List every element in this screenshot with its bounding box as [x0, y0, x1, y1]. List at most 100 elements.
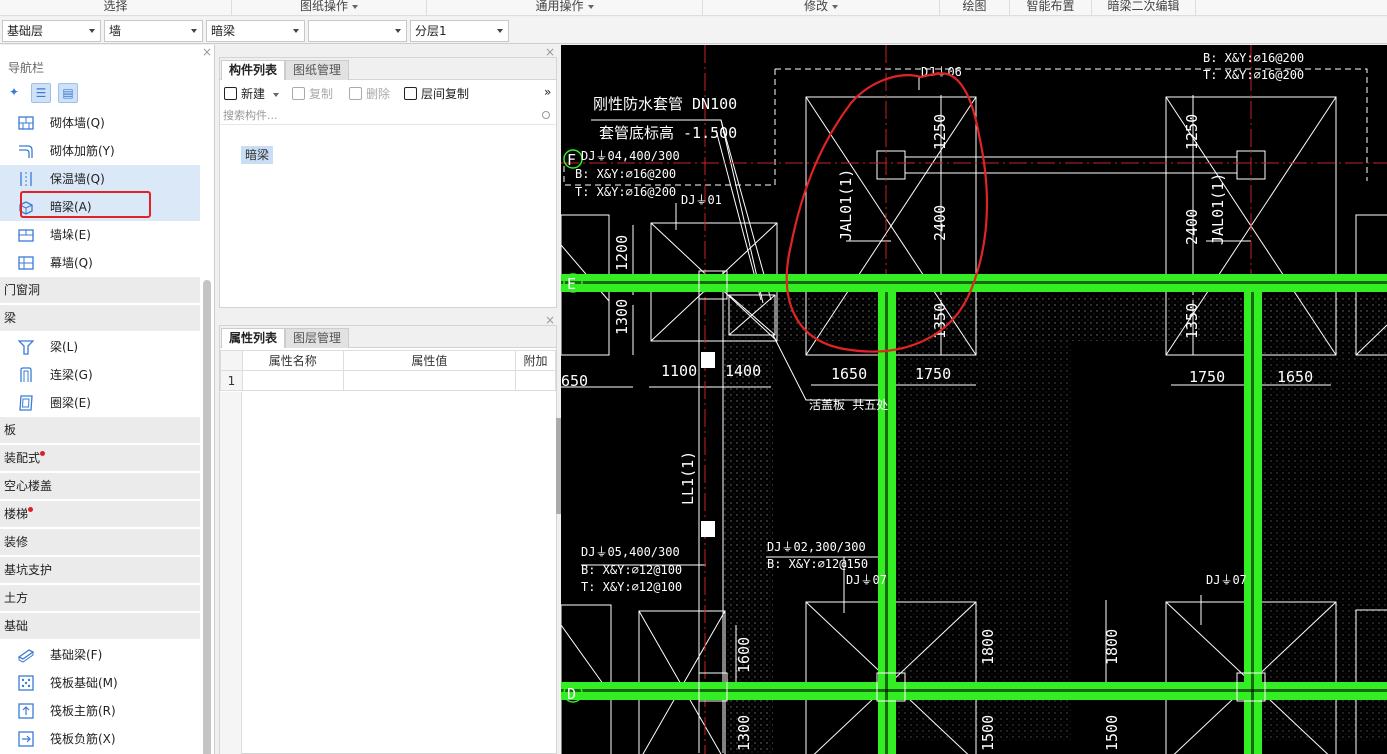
nav-item-wall-pier[interactable]: 墙垛(E)	[0, 221, 200, 249]
nav-category-hollow-floor[interactable]: 空心楼盖	[0, 473, 200, 501]
nav-item-foundation-beam[interactable]: 基础梁(F)	[0, 641, 200, 669]
component-search-input[interactable]: 搜索构件...	[220, 107, 556, 125]
nav-item-ring-beam[interactable]: 圈梁(E)	[0, 389, 200, 417]
ribbon-group-common-ops[interactable]: 通用操作	[427, 0, 703, 16]
curtain-wall-icon	[18, 256, 34, 270]
close-icon[interactable]: ×	[545, 45, 555, 59]
masonry-wall-icon	[18, 116, 34, 130]
nav-item-masonry-rebar[interactable]: 砌体加筋(Y)	[0, 137, 200, 165]
ring-beam-icon	[19, 395, 33, 411]
dim-2400-left: 2400	[931, 205, 949, 241]
table-row[interactable]: 1	[220, 370, 556, 391]
cad-canvas[interactable]: F E D 刚性防水套管 DN100 套管底标高 -1.500 活盖板 共五处 …	[561, 45, 1387, 754]
dj04-label: DJ⏚04,400/300	[581, 149, 680, 163]
dim-1500-left: 1500	[979, 715, 997, 751]
axis-label-d: D	[567, 685, 576, 703]
floor-copy-button[interactable]: 层间复制	[404, 85, 469, 102]
property-value-cell[interactable]	[342, 370, 517, 391]
nav-category-earthwork[interactable]: 土方	[0, 585, 200, 613]
category-select[interactable]: 墙	[104, 20, 203, 42]
ribbon-group-drawing-ops[interactable]: 图纸操作	[232, 0, 427, 16]
dj06-label: DJ⏚06	[921, 65, 962, 79]
axis-bubbles	[563, 149, 583, 703]
chevron-down-icon	[587, 4, 594, 9]
tab-drawing-management[interactable]: 图纸管理	[285, 60, 350, 80]
detail-view-icon[interactable]: ▤	[58, 83, 78, 103]
property-table: 属性名称 属性值 附加 1	[220, 350, 556, 391]
column-header: 属性值	[342, 350, 517, 371]
tab-component-list[interactable]: 构件列表	[221, 60, 286, 80]
dim-1500-right: 1500	[1103, 715, 1121, 751]
nav-category-door-window[interactable]: 门窗洞	[0, 277, 200, 305]
nav-category-stairs[interactable]: 楼梯	[0, 501, 200, 529]
notification-dot	[40, 451, 45, 456]
dim-1250-right: 1250	[1183, 114, 1201, 150]
nav-item-beam[interactable]: 梁(L)	[0, 333, 200, 361]
component-item[interactable]: 暗梁	[241, 146, 274, 164]
dim-1800-left: 1800	[979, 629, 997, 665]
dj01-label: DJ⏚01	[681, 193, 722, 207]
delete-button[interactable]: 删除	[349, 85, 390, 102]
dim-1250-left: 1250	[931, 114, 949, 150]
column-header: 属性名称	[241, 350, 344, 371]
chevron-down-icon	[191, 29, 197, 33]
nav-category-foundation[interactable]: 基础	[0, 613, 200, 641]
chevron-down-icon	[272, 92, 279, 97]
ribbon-group-draw[interactable]: 绘图	[940, 0, 1010, 16]
search-icon	[542, 111, 550, 119]
navigation-panel: × 导航栏 ✦ ☰ ▤ 砌体墙(Q) 砌体加筋(Y) 保温墙(Q) 暗梁(A) …	[0, 45, 215, 754]
nav-category-decoration[interactable]: 装修	[0, 529, 200, 557]
property-extra-cell[interactable]	[515, 370, 556, 391]
chevron-down-icon	[395, 29, 401, 33]
type-select[interactable]: 暗梁	[206, 20, 305, 42]
nav-item-raft-neg-rebar[interactable]: 筏板负筋(X)	[0, 725, 200, 753]
tab-property-list[interactable]: 属性列表	[221, 328, 286, 348]
floor-copy-icon	[404, 87, 417, 100]
layer-select[interactable]: 分层1	[410, 20, 509, 42]
nav-scrollbar[interactable]	[203, 280, 211, 754]
top-right-top-rebar: T: X&Y:⌀16@200	[1203, 68, 1304, 82]
nav-item-masonry-wall[interactable]: 砌体墙(Q)	[0, 109, 200, 137]
component-select[interactable]	[308, 20, 407, 42]
ribbon-group-smart-layout[interactable]: 智能布置	[1010, 0, 1092, 16]
chevron-down-icon	[832, 4, 838, 9]
component-tabs: 构件列表 图纸管理	[220, 58, 556, 80]
table-corner	[220, 350, 243, 371]
component-toolbar: 新建 复制 删除 层间复制 »	[220, 82, 556, 106]
nav-item-curtain-wall[interactable]: 幕墙(Q)	[0, 249, 200, 277]
ribbon-group-modify[interactable]: 修改	[703, 0, 940, 16]
nav-category-beam[interactable]: 梁	[0, 305, 200, 333]
more-button[interactable]: »	[544, 85, 551, 99]
dim-1750-right: 1750	[1189, 368, 1225, 386]
dim-1600: 1600	[735, 637, 753, 673]
nav-category-slab[interactable]: 板	[0, 417, 200, 445]
nav-item-insulation-wall[interactable]: 保温墙(Q)	[0, 165, 200, 193]
wall-pier-icon	[18, 229, 34, 242]
dim-1350-left: 1350	[931, 303, 949, 339]
nav-item-coupling-beam[interactable]: 连梁(G)	[0, 361, 200, 389]
ribbon-group-hidden-beam-edit[interactable]: 暗梁二次编辑	[1092, 0, 1196, 16]
new-button[interactable]: 新建	[224, 85, 279, 102]
nav-category-pit-support[interactable]: 基坑支护	[0, 557, 200, 585]
copy-button[interactable]: 复制	[292, 85, 333, 102]
tab-layer-management[interactable]: 图层管理	[285, 328, 350, 348]
nav-item-raft-main-rebar[interactable]: 筏板主筋(R)	[0, 697, 200, 725]
dim-1200: 1200	[613, 235, 631, 271]
nav-item-raft-foundation[interactable]: 筏板基础(M)	[0, 669, 200, 697]
floor-select[interactable]: 基础层	[2, 20, 101, 42]
list-view-icon[interactable]: ☰	[31, 83, 51, 103]
pin-icon[interactable]: ✦	[4, 83, 24, 103]
ribbon-bar: 选择 图纸操作 通用操作 修改 绘图 智能布置 暗梁二次编辑	[0, 0, 1387, 16]
cover-note-label: 活盖板 共五处	[809, 398, 888, 412]
nav-title: 导航栏	[8, 61, 45, 75]
foundation-beam-icon	[18, 649, 34, 663]
ribbon-group-select[interactable]: 选择	[0, 0, 232, 16]
dim-1300-bottom: 1300	[735, 715, 753, 751]
dj05-bottom-rebar: B: X&Y:⌀12@100	[581, 563, 682, 577]
raft-main-rebar-icon	[18, 703, 34, 719]
property-name-cell[interactable]	[241, 370, 344, 391]
close-icon[interactable]: ×	[545, 313, 555, 327]
close-icon[interactable]: ×	[202, 45, 212, 59]
nav-category-prefab[interactable]: 装配式	[0, 445, 200, 473]
dim-1400: 1400	[725, 362, 761, 380]
